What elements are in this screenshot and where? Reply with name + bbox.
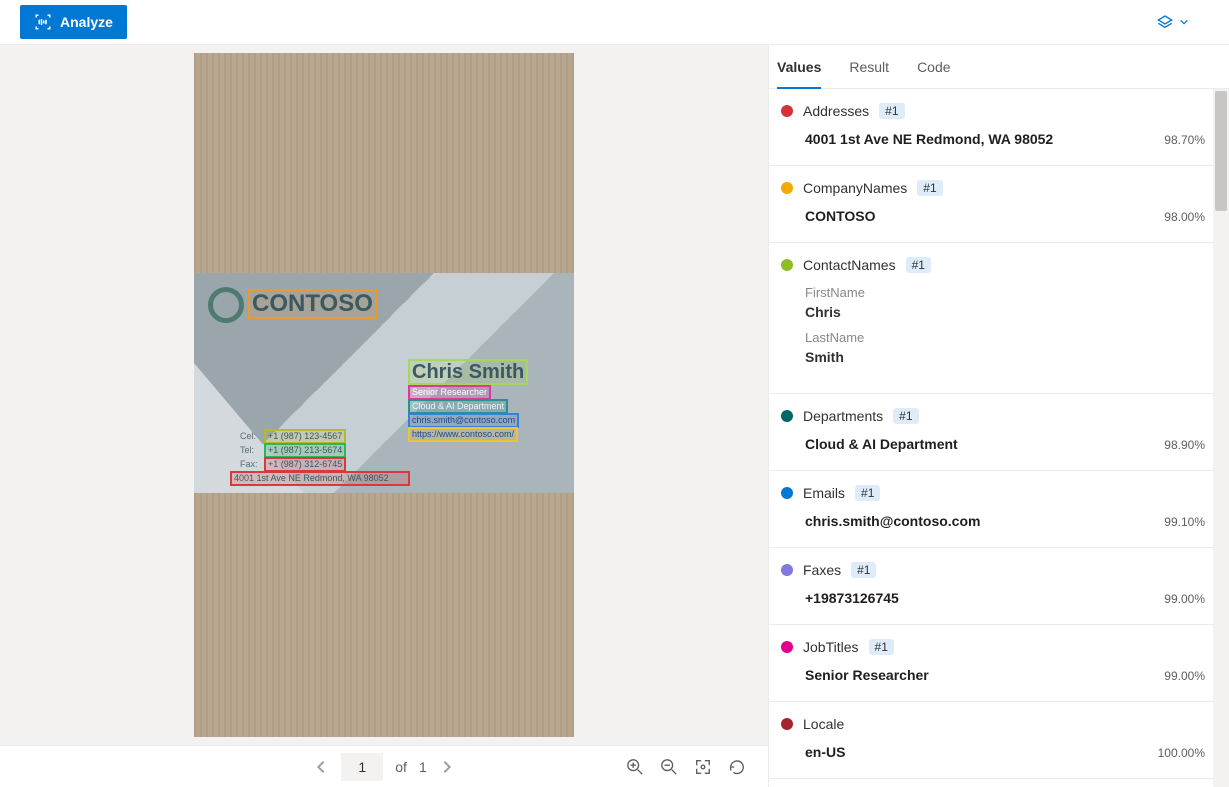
zoom-in-icon[interactable] [626, 758, 644, 776]
field-value: Senior Researcher [805, 667, 929, 683]
logo-icon [208, 287, 244, 323]
results-pane: Values Result Code Addresses #1 4001 1st A… [769, 45, 1229, 787]
zoom-out-icon[interactable] [660, 758, 678, 776]
field-name: JobTitles [803, 639, 859, 655]
hl-cell: +1 (987) 123-4567 [264, 429, 346, 444]
next-page-button[interactable] [439, 759, 455, 775]
field-group[interactable]: JobTitles #1 Senior Researcher 99.00% [769, 625, 1229, 702]
lbl-tel: Tel: [240, 445, 254, 455]
count-badge: #1 [906, 257, 931, 273]
analyze-label: Analyze [60, 14, 113, 30]
confidence: 98.70% [1164, 133, 1205, 147]
subfield-label: LastName [805, 330, 1205, 345]
lbl-cell: Cel: [240, 431, 256, 441]
document-viewer: CONTOSO Chris Smith Senior Researcher Cl… [0, 45, 769, 787]
tab-result[interactable]: Result [849, 45, 889, 88]
field-name: CompanyNames [803, 180, 907, 196]
result-tabs: Values Result Code [769, 45, 1229, 89]
field-name: Locale [803, 716, 844, 732]
hl-title: Senior Researcher [408, 385, 491, 400]
layers-dropdown[interactable] [1157, 14, 1209, 30]
confidence: 98.90% [1164, 438, 1205, 452]
hl-fax: +1 (987) 312-6745 [264, 457, 346, 472]
layers-icon [1157, 14, 1173, 30]
field-value: CONTOSO [805, 208, 876, 224]
field-value: chris.smith@contoso.com [805, 513, 980, 529]
field-name: Faxes [803, 562, 841, 578]
hl-dept: Cloud & AI Department [408, 399, 508, 414]
field-group[interactable]: Addresses #1 4001 1st Ave NE Redmond, WA 9… [769, 89, 1229, 166]
tab-code[interactable]: Code [917, 45, 950, 88]
zoom-tools [626, 758, 746, 776]
field-value: +19873126745 [805, 590, 899, 606]
field-name: ContactNames [803, 257, 896, 273]
hl-tel: +1 (987) 213-5674 [264, 443, 346, 458]
color-dot [781, 259, 793, 271]
color-dot [781, 641, 793, 653]
field-value: en-US [805, 744, 845, 760]
count-badge: #1 [855, 485, 880, 501]
field-group[interactable]: Departments #1 Cloud & AI Department 98.90% [769, 394, 1229, 471]
analyze-button[interactable]: Analyze [20, 5, 127, 39]
subfield: LastName Smith [781, 330, 1205, 365]
rotate-icon[interactable] [728, 758, 746, 776]
confidence: 99.00% [1164, 592, 1205, 606]
prev-page-button[interactable] [313, 759, 329, 775]
field-group[interactable]: Faxes #1 +19873126745 99.00% [769, 548, 1229, 625]
page-total: 1 [419, 759, 427, 775]
hl-url: https://www.contoso.com/ [408, 427, 518, 442]
subfield-label: FirstName [805, 285, 1205, 300]
tab-values[interactable]: Values [777, 45, 821, 88]
hl-addr: 4001 1st Ave NE Redmond, WA 98052 [230, 471, 410, 486]
count-badge: #1 [893, 408, 918, 424]
confidence: 99.10% [1164, 515, 1205, 529]
color-dot [781, 487, 793, 499]
count-badge: #1 [879, 103, 904, 119]
subfield-value: Chris [805, 304, 1205, 320]
canvas[interactable]: CONTOSO Chris Smith Senior Researcher Cl… [0, 45, 768, 745]
confidence: 98.00% [1164, 210, 1205, 224]
subfield: FirstName Chris [781, 285, 1205, 320]
scrollbar-thumb[interactable] [1215, 91, 1227, 211]
color-dot [781, 182, 793, 194]
hl-email: chris.smith@contoso.com [408, 413, 519, 428]
color-dot [781, 105, 793, 117]
chevron-down-icon [1179, 17, 1189, 27]
pager: of 1 [313, 753, 454, 781]
field-name: Emails [803, 485, 845, 501]
field-name: Departments [803, 408, 883, 424]
count-badge: #1 [851, 562, 876, 578]
document-image: CONTOSO Chris Smith Senior Researcher Cl… [194, 53, 574, 737]
color-dot [781, 410, 793, 422]
count-badge: #1 [869, 639, 894, 655]
of-label: of [395, 759, 407, 775]
business-card: CONTOSO Chris Smith Senior Researcher Cl… [194, 273, 574, 493]
confidence: 100.00% [1158, 746, 1205, 760]
field-group[interactable]: Emails #1 chris.smith@contoso.com 99.10% [769, 471, 1229, 548]
viewer-bar: of 1 [0, 745, 768, 787]
lbl-fax: Fax: [240, 459, 258, 469]
analyze-icon [34, 13, 52, 31]
color-dot [781, 718, 793, 730]
field-value: Cloud & AI Department [805, 436, 958, 452]
color-dot [781, 564, 793, 576]
field-group[interactable]: ContactNames #1 FirstName Chris LastName Smit… [769, 243, 1229, 394]
hl-company: CONTOSO [248, 289, 377, 319]
page-input[interactable] [341, 753, 383, 781]
field-value: 4001 1st Ave NE Redmond, WA 98052 [805, 131, 1053, 147]
subfield-value: Smith [805, 349, 1205, 365]
field-group[interactable]: Locale en-US 100.00% [769, 702, 1229, 779]
hl-name: Chris Smith [408, 359, 528, 385]
toolbar: Analyze [0, 0, 1229, 45]
field-group[interactable]: CompanyNames #1 CONTOSO 98.00% [769, 166, 1229, 243]
results-list[interactable]: Addresses #1 4001 1st Ave NE Redmond, WA 9… [769, 89, 1229, 787]
count-badge: #1 [917, 180, 942, 196]
scrollbar[interactable] [1213, 89, 1229, 787]
fit-icon[interactable] [694, 758, 712, 776]
field-name: Addresses [803, 103, 869, 119]
confidence: 99.00% [1164, 669, 1205, 683]
